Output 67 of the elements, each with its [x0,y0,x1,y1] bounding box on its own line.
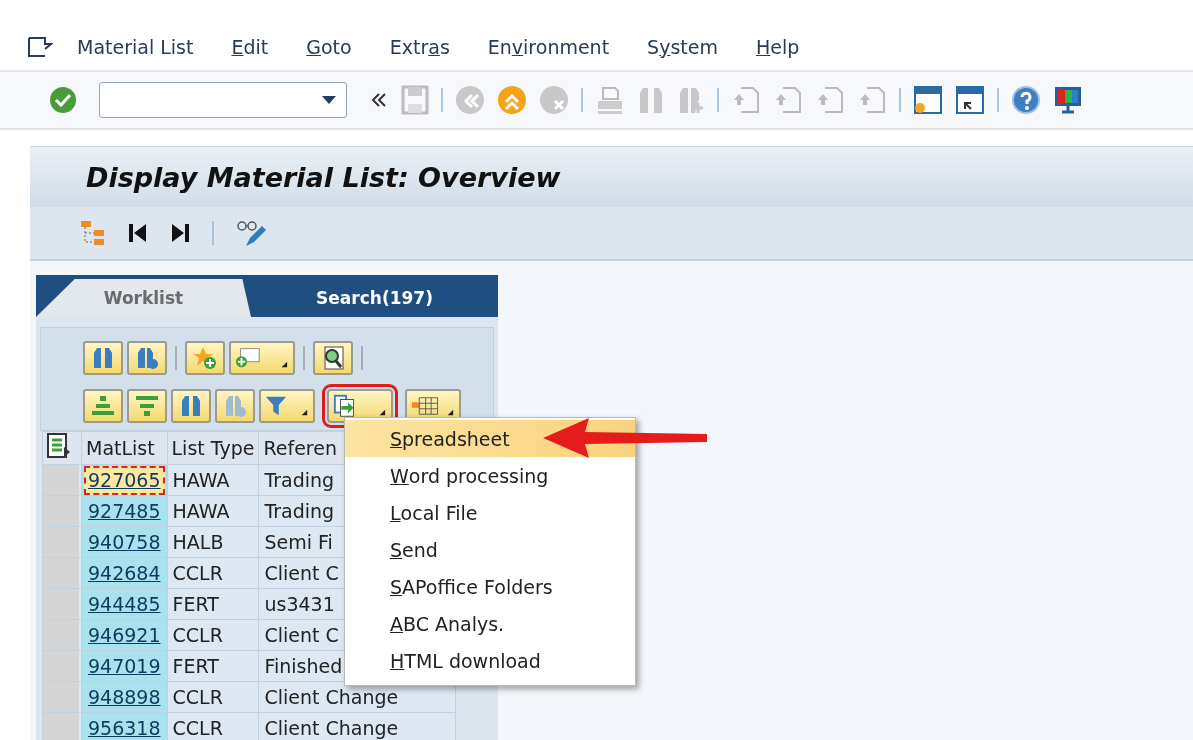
print-icon[interactable] [595,85,625,115]
star-plus-icon [193,346,217,370]
table-cell: FERT [167,588,259,620]
table-cell: CCLR [167,681,259,713]
filter-icon [265,394,309,418]
find-next-button[interactable] [215,389,255,423]
menu-item[interactable]: Material List [77,36,194,58]
sort-descending-icon [135,394,159,418]
first-page-icon[interactable] [128,222,148,244]
menu-item[interactable]: Extras [389,36,450,58]
caret-icon [322,95,336,105]
table-cell: CCLR [167,712,259,740]
up-chevrons-icon[interactable] [497,85,527,115]
glasses-pencil-icon[interactable] [236,218,266,248]
menu-item[interactable]: Environment [487,36,610,58]
menu-item[interactable]: System [647,36,718,58]
list-settings-icon[interactable] [47,433,71,459]
table-cell: FERT [167,650,259,682]
table-cell: HAWA [167,495,259,527]
table-cell: CCLR [167,557,259,589]
filter-dropdown-button[interactable] [259,389,315,423]
menu-item[interactable]: Help [755,36,800,58]
binoculars-icon [92,346,114,370]
new-window-icon[interactable] [913,85,943,115]
page-icon[interactable] [731,85,761,115]
new-item-icon [235,346,289,370]
table-cell: Client Change [258,712,456,740]
page-icon[interactable] [815,85,845,115]
last-page-icon[interactable] [170,222,190,244]
column-header[interactable]: List Type [167,431,259,465]
table-cell: HALB [167,526,259,558]
page-icon[interactable] [857,85,887,115]
menu-item[interactable]: Goto [306,36,352,58]
sort-ascending-button[interactable] [83,389,123,423]
binoculars-plus-icon [136,346,158,370]
shortcut-window-icon[interactable] [955,85,985,115]
detail-search-button[interactable] [313,341,353,375]
menu-icon[interactable] [27,36,53,58]
page-icon[interactable] [773,85,803,115]
magnifier-document-icon [321,345,345,371]
sort-ascending-icon [91,394,115,418]
monitor-icon[interactable] [1053,85,1083,115]
save-icon[interactable] [401,85,429,115]
screen-title: Display Material List: Overview [86,161,561,193]
command-field[interactable] [99,82,347,118]
create-dropdown-button[interactable] [229,341,295,375]
help-icon[interactable] [1011,85,1041,115]
binoculars-plus-icon[interactable] [677,85,705,115]
grid-icon [411,394,455,418]
cancel-icon[interactable] [539,85,569,115]
find-next-button[interactable] [127,341,167,375]
column-header[interactable]: MatList [81,431,168,465]
table-cell: CCLR [167,619,259,651]
find-button[interactable] [171,389,211,423]
favorite-add-button[interactable] [185,341,225,375]
menu-item[interactable]: Edit [231,36,269,58]
material-list-link[interactable]: 927065 [84,465,165,495]
binoculars-icon [180,394,202,418]
table-cell: HAWA [167,464,259,496]
binoculars-plus-icon [224,394,246,418]
tab[interactable]: Worklist [36,279,251,317]
hierarchy-icon[interactable] [80,219,106,247]
check-icon[interactable] [49,86,77,114]
find-button[interactable] [83,341,123,375]
back-icon[interactable] [455,85,485,115]
binoculars-icon[interactable] [637,85,665,115]
sort-descending-button[interactable] [127,389,167,423]
